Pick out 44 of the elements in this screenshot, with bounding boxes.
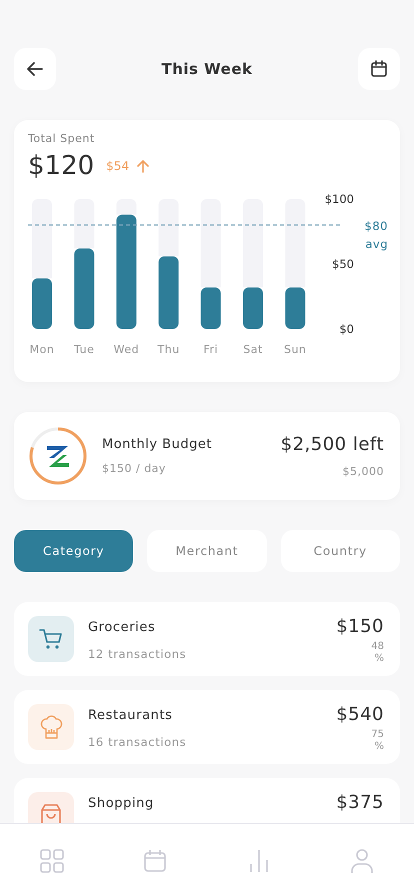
filter-tab[interactable]: Category [14, 530, 134, 572]
filter-tab[interactable]: Country [280, 530, 400, 572]
change-amount: $54 [106, 159, 130, 173]
category-amount: $150 [336, 616, 384, 637]
calendar-button[interactable] [358, 48, 400, 90]
category-row[interactable]: Shopping $375 [14, 778, 400, 823]
axis-tick-label: $50 [332, 257, 354, 271]
transaction-count: 16 transactions [88, 735, 188, 749]
calendar-icon [368, 59, 389, 79]
axis-tick-label: $0 [339, 322, 354, 336]
category-share: 48 % [370, 641, 384, 665]
profile-icon [349, 848, 376, 874]
category-name: Shopping [88, 796, 155, 811]
back-button[interactable] [14, 48, 56, 90]
day-label: Tue [74, 343, 94, 356]
day-label: Thu [158, 343, 180, 356]
axis-tick-label: $100 [324, 192, 354, 206]
category-row[interactable]: Restaurants 16 transactions $540 75 % [14, 690, 400, 764]
total-amount: $120 [28, 151, 94, 181]
day-label: Wed [114, 343, 140, 356]
category-amount: $540 [336, 704, 384, 725]
day-label: Sun [284, 343, 306, 356]
budget-title: Monthly Budget [102, 437, 213, 452]
day-label: Fri [204, 343, 218, 356]
up-arrow-icon [137, 160, 150, 172]
grid-icon [38, 848, 65, 874]
category-row[interactable]: Groceries 12 transactions $150 48 % [14, 602, 400, 676]
total-spent-label: Total Spent [28, 132, 96, 145]
budget-remaining: $2,500 left [280, 434, 384, 455]
category-amount: $375 [336, 792, 384, 813]
back-arrow-icon [25, 59, 45, 79]
category-name: Groceries [88, 620, 156, 635]
day-label: Mon [30, 343, 54, 356]
category-name: Restaurants [88, 708, 174, 723]
budget-total: $5,000 [342, 465, 384, 478]
daily-budget: $150 / day [102, 462, 167, 475]
screen-title: This Week [161, 60, 253, 78]
logo-icon [47, 446, 69, 467]
filter-tab[interactable]: Merchant [147, 530, 267, 572]
transaction-count: 12 transactions [88, 647, 188, 661]
average-label: $80 avg [364, 218, 388, 253]
calendar-icon [142, 848, 168, 874]
category-share: 75 % [370, 729, 384, 753]
day-label: Sat [243, 343, 263, 356]
